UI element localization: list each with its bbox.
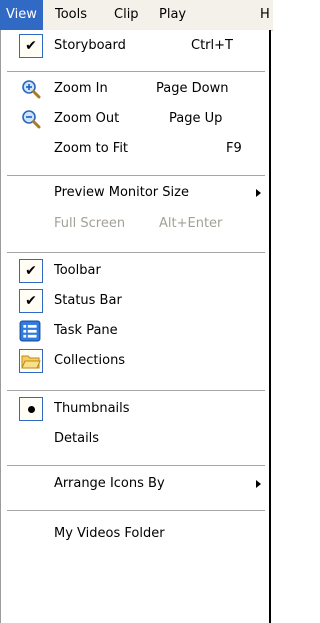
menu-item-label: Full Screen — [54, 216, 126, 231]
menu-item-label: Zoom to Fit — [54, 141, 129, 156]
menu-bar: View Tools Clip Play H — [0, 0, 273, 31]
menu-item-shortcut: Ctrl+T — [191, 38, 233, 53]
menu-item-collections[interactable]: Collections — [1, 347, 267, 377]
task-pane-icon — [19, 320, 41, 342]
menu-item-zoom-in[interactable]: Zoom In Page Down — [1, 75, 267, 105]
view-dropdown-menu: ✔ Storyboard Ctrl+T Zoom In Page Down Zo… — [0, 30, 271, 623]
zoom-out-icon — [22, 110, 41, 129]
menu-item-label: Arrange Icons By — [54, 476, 165, 491]
menu-separator — [7, 510, 265, 511]
menu-item-label: Task Pane — [54, 323, 118, 338]
menu-item-label: Thumbnails — [54, 401, 130, 416]
checkmark-icon: ✔ — [19, 259, 43, 283]
menu-item-thumbnails[interactable]: Thumbnails — [1, 395, 267, 425]
menu-item-label: Zoom In — [54, 81, 108, 96]
menu-item-label: Toolbar — [54, 263, 101, 278]
menu-separator — [7, 465, 265, 466]
menu-item-arrange-icons-by[interactable]: Arrange Icons By — [1, 470, 267, 500]
menu-item-label: My Videos Folder — [54, 526, 165, 541]
menu-item-toolbar[interactable]: ✔ Toolbar — [1, 257, 267, 287]
menu-item-my-videos-folder[interactable]: My Videos Folder — [1, 520, 267, 550]
menu-item-label: Zoom Out — [54, 111, 120, 126]
menu-item-shortcut: F9 — [226, 141, 242, 156]
menu-item-full-screen: Full Screen Alt+Enter — [1, 210, 267, 240]
menu-item-status-bar[interactable]: ✔ Status Bar — [1, 287, 267, 317]
menu-separator — [7, 175, 265, 176]
menu-item-label: Details — [54, 431, 100, 446]
menu-item-task-pane[interactable]: Task Pane — [1, 317, 267, 347]
menu-item-label: Preview Monitor Size — [54, 185, 189, 200]
zoom-in-icon — [22, 80, 41, 99]
menu-clip[interactable]: Clip — [108, 0, 145, 30]
menu-item-label: Status Bar — [54, 293, 122, 308]
menu-tools[interactable]: Tools — [49, 0, 93, 30]
checkmark-icon: ✔ — [19, 34, 43, 58]
menu-item-zoom-to-fit[interactable]: Zoom to Fit F9 — [1, 135, 267, 165]
menu-item-zoom-out[interactable]: Zoom Out Page Up — [1, 105, 267, 135]
menu-help[interactable]: H — [254, 0, 276, 30]
menu-separator — [7, 390, 265, 391]
submenu-arrow-icon — [256, 189, 261, 197]
checkmark-icon: ✔ — [19, 289, 43, 313]
menu-item-details[interactable]: Details — [1, 425, 267, 455]
menu-item-label: Collections — [54, 353, 126, 368]
menu-separator — [7, 252, 265, 253]
folder-icon — [21, 355, 41, 369]
menu-item-preview-monitor-size[interactable]: Preview Monitor Size — [1, 179, 267, 209]
menu-item-label: Storyboard — [54, 38, 126, 53]
menu-play[interactable]: Play — [153, 0, 192, 30]
radio-bullet-icon — [19, 397, 43, 421]
menu-item-shortcut: Alt+Enter — [159, 216, 223, 231]
menu-item-shortcut: Page Up — [169, 111, 223, 126]
menu-view[interactable]: View — [0, 0, 43, 30]
menu-item-storyboard[interactable]: ✔ Storyboard Ctrl+T — [1, 32, 267, 62]
submenu-arrow-icon — [256, 480, 261, 488]
menu-item-shortcut: Page Down — [156, 81, 229, 96]
menu-separator — [7, 71, 265, 72]
